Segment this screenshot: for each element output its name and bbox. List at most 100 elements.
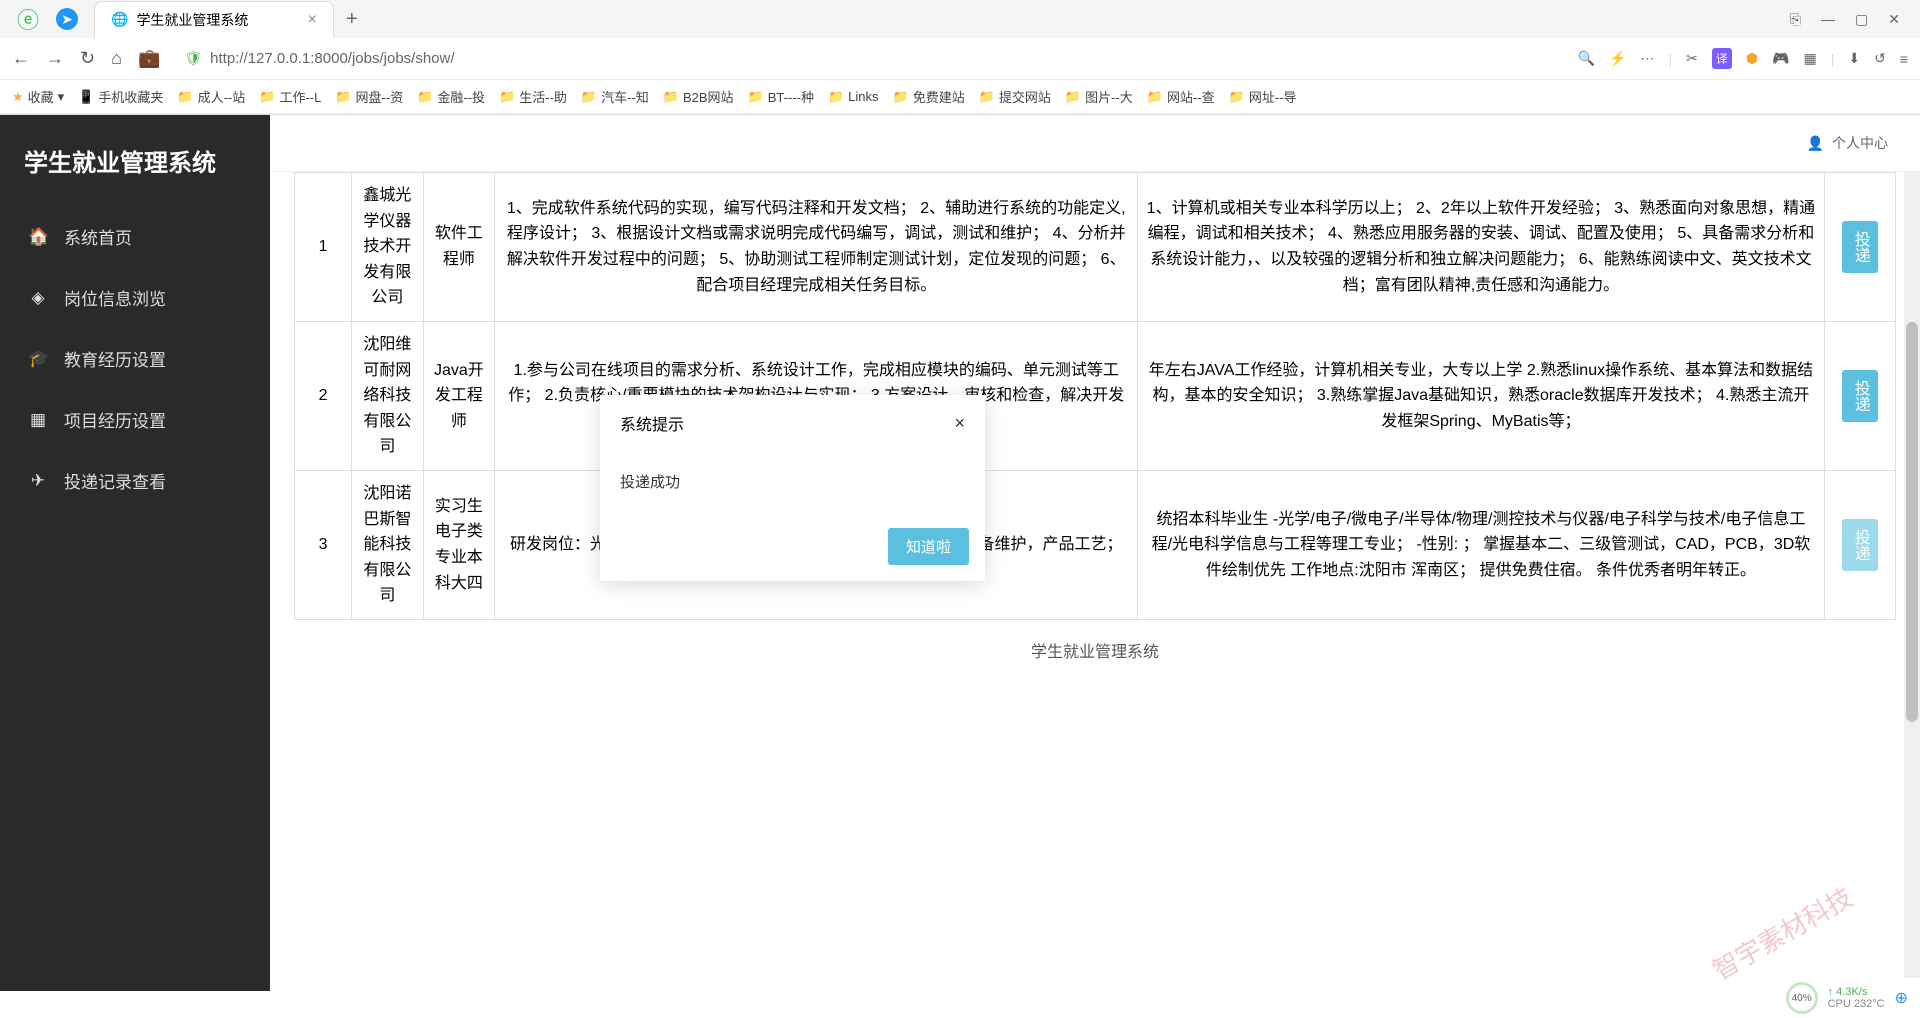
row-index: 2 [295,321,352,470]
tab-bar: ⓔ ➤ 🌐 学生就业管理系统 × + ⎘ — ▢ ✕ [0,0,1920,38]
bookmark-folder[interactable]: 📁B2B网站 [663,87,734,106]
row-requirements: 统招本科毕业生 -光学/电子/微电子/半导体/物理/测控技术与仪器/电子科学与技… [1138,470,1824,619]
browser-chrome: ⓔ ➤ 🌐 学生就业管理系统 × + ⎘ — ▢ ✕ ← → ↻ ⌂ 💼 🛡 h… [0,0,1920,115]
folder-icon: 📁 [828,89,844,105]
sidebar-title: 学生就业管理系统 [0,115,270,206]
folder-icon: 📁 [893,89,909,105]
submit-button[interactable]: 投递 [1842,519,1878,571]
new-tab-button[interactable]: + [346,8,358,31]
bookmark-folder[interactable]: 📁BT----种 [748,87,814,106]
scrollbar[interactable] [1904,172,1920,991]
jobs-table: 1 鑫城光学仪器技术开发有限公司 软件工程师 1、完成软件系统代码的实现，编写代… [294,172,1896,620]
mobile-favorites[interactable]: 📱手机收藏夹 [78,87,163,106]
bookmark-folder[interactable]: 📁免费建站 [893,87,965,106]
window-minimize-icon[interactable]: — [1821,11,1835,28]
user-center-link[interactable]: 👤 个人中心 [1807,133,1888,153]
row-position: 实习生电子类专业本科大四 [423,470,494,619]
modal-footer: 知道啦 [600,516,985,581]
folder-icon: 📁 [417,89,433,105]
home-icon: 🏠 [28,227,48,247]
system-modal: 系统提示 × 投递成功 知道啦 [600,395,985,581]
window-close-icon[interactable]: ✕ [1888,11,1900,28]
sidebar-item-home[interactable]: 🏠系统首页 [0,206,270,267]
window-controls: ⎘ — ▢ ✕ [1790,11,1912,28]
row-index: 1 [295,173,352,322]
send-icon: ✈ [28,471,48,491]
sidebar-item-records[interactable]: ✈ 投递记录查看 [0,450,270,511]
browser-tab[interactable]: 🌐 学生就业管理系统 × [94,1,334,38]
grid-icon[interactable]: ▦ [1803,50,1816,67]
sidebar-item-label: 岗位信息浏览 [64,285,166,310]
bookmark-folder[interactable]: 📁工作--L [259,87,321,106]
sidebar-item-jobs[interactable]: ◈岗位信息浏览 [0,267,270,328]
favorites-button[interactable]: ★收藏▾ [12,87,64,106]
flash-icon[interactable]: ⚡ [1609,50,1626,67]
globe-icon: 🌐 [111,11,128,28]
footer-text: 学生就业管理系统 [294,620,1896,680]
window-maximize-icon[interactable]: ▢ [1855,11,1868,28]
status-text: ↑ 4.3K/s CPU 232°C [1828,986,1885,1010]
search-icon[interactable]: 🔍 [1578,50,1595,67]
bookmark-folder[interactable]: 📁提交网站 [979,87,1051,106]
browser-logo-icon: ⓔ [16,7,40,31]
submit-button[interactable]: 投递 [1842,370,1878,422]
content-area: 1 鑫城光学仪器技术开发有限公司 软件工程师 1、完成软件系统代码的实现，编写代… [270,172,1920,991]
main-content: 👤 个人中心 1 鑫城光学仪器技术开发有限公司 软件工程师 1、完成软件系统代码… [270,115,1920,991]
url-text: http://127.0.0.1:8000/jobs/jobs/show/ [210,50,454,67]
table-row: 1 鑫城光学仪器技术开发有限公司 软件工程师 1、完成软件系统代码的实现，编写代… [295,173,1896,322]
folder-icon: 📁 [1147,89,1163,105]
more-icon[interactable]: ⋯ [1640,50,1654,67]
bookmark-folder[interactable]: 📁网盘--资 [335,87,403,106]
folder-icon: 📁 [1065,89,1081,105]
bookmark-folder[interactable]: 📁网址--导 [1229,87,1297,106]
bookmark-folder[interactable]: 📁成人--站 [177,87,245,106]
sidebar-item-projects[interactable]: ▦项目经历设置 [0,389,270,450]
url-bar[interactable]: 🛡 http://127.0.0.1:8000/jobs/jobs/show/ [176,46,1561,71]
compass-icon[interactable]: ➤ [56,8,78,30]
nav-bar: ← → ↻ ⌂ 💼 🛡 http://127.0.0.1:8000/jobs/j… [0,38,1920,80]
star-icon: ★ [12,89,24,105]
folder-icon: 📁 [748,89,764,105]
game-icon[interactable]: 🎮 [1772,50,1789,67]
translate-icon[interactable]: 译 [1712,48,1732,69]
reload-icon[interactable]: ↻ [80,48,95,69]
modal-ok-button[interactable]: 知道啦 [888,528,969,565]
menu-icon[interactable]: ≡ [1900,51,1908,67]
scrollbar-thumb[interactable] [1906,322,1918,722]
bookmark-folder[interactable]: 📁汽车--知 [581,87,649,106]
scissors-icon[interactable]: ✂ [1686,50,1698,67]
status-bar: 40% ↑ 4.3K/s CPU 232°C ⊕ [1774,978,1920,1018]
row-description: 1、完成软件系统代码的实现，编写代码注释和开发文档； 2、辅助进行系统的功能定义… [495,173,1138,322]
download-icon[interactable]: ⬇ [1848,50,1860,67]
briefcase-icon[interactable]: 💼 [138,48,160,69]
modal-header: 系统提示 × [600,395,985,451]
home-icon[interactable]: ⌂ [111,48,122,69]
sidebar-item-education[interactable]: 🎓教育经历设置 [0,328,270,389]
table-row: 2 沈阳维可耐网络科技有限公司 Java开发工程师 1.参与公司在线项目的需求分… [295,321,1896,470]
tab-title: 学生就业管理系统 [136,10,248,30]
coin-icon[interactable]: ⬢ [1746,50,1758,67]
history-icon[interactable]: ↺ [1874,50,1886,67]
shield-icon: 🛡 [184,50,202,67]
bookmark-folder[interactable]: 📁生活--助 [499,87,567,106]
bookmark-folder[interactable]: 📁网站--查 [1147,87,1215,106]
table-row: 3 沈阳诺巴斯智能科技有限公司 实习生电子类专业本科大四 研发岗位：光电传感器设… [295,470,1896,619]
sidebar-item-label: 投递记录查看 [64,468,166,493]
bookmark-folder[interactable]: 📁Links [828,89,879,105]
forward-icon[interactable]: → [46,48,64,69]
window-extra-icon[interactable]: ⎘ [1790,11,1801,28]
percent-indicator[interactable]: 40% [1786,982,1818,1014]
user-center-label: 个人中心 [1832,133,1888,153]
mobile-icon: 📱 [78,89,94,105]
bookmark-folder[interactable]: 📁图片--大 [1065,87,1133,106]
row-position: 软件工程师 [423,173,494,322]
tab-close-icon[interactable]: × [308,11,317,29]
folder-icon: 📁 [177,89,193,105]
back-icon[interactable]: ← [12,48,30,69]
row-requirements: 1、计算机或相关专业本科学历以上； 2、2年以上软件开发经验； 3、熟悉面向对象… [1138,173,1824,322]
status-plus-icon[interactable]: ⊕ [1895,988,1908,1008]
bookmark-folder[interactable]: 📁金融--投 [417,87,485,106]
list-icon: ▦ [28,410,48,430]
modal-close-icon[interactable]: × [954,413,965,434]
submit-button[interactable]: 投递 [1842,221,1878,273]
